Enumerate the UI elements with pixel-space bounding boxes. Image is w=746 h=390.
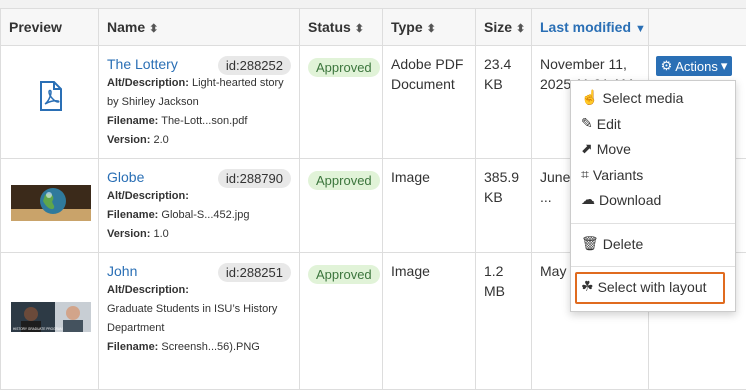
type-cell: Image bbox=[383, 159, 476, 253]
size-cell: 23.4 KB bbox=[476, 46, 532, 159]
col-status[interactable]: Status⬍ bbox=[300, 9, 383, 46]
menu-divider bbox=[571, 223, 735, 224]
status-badge: Approved bbox=[308, 58, 380, 77]
layers-icon: ☘ bbox=[581, 278, 594, 295]
menu-item-select-media[interactable]: ☝Select media bbox=[581, 89, 683, 106]
globe-thumbnail[interactable] bbox=[11, 185, 91, 221]
sort-icon: ⬍ bbox=[516, 23, 525, 35]
col-actions bbox=[649, 9, 746, 46]
status-cell: Approved bbox=[300, 253, 383, 390]
size-cell: 1.2 MB bbox=[476, 253, 532, 390]
pointer-hand-icon: ☝ bbox=[581, 89, 598, 106]
type-cell: Adobe PDF Document bbox=[383, 46, 476, 159]
crop-icon: ⌗ bbox=[581, 166, 589, 183]
thumbnail-caption: HISTORY GRADUATE PROGRAM bbox=[13, 327, 63, 331]
trash-icon: 🗑 bbox=[581, 235, 599, 252]
size-cell: 385.9 KB bbox=[476, 159, 532, 253]
actions-button[interactable]: ⚙ Actions ▾ bbox=[656, 56, 732, 76]
actions-dropdown-menu: ☝Select media ✎Edit ⬈Move ⌗Variants ☁Dow… bbox=[570, 80, 736, 312]
status-badge: Approved bbox=[308, 265, 380, 284]
table-header-row: Preview Name⬍ Status⬍ Type⬍ Size⬍ Last m… bbox=[1, 9, 746, 46]
name-cell: id:288252 The Lottery Alt/Description: L… bbox=[99, 46, 300, 159]
preview-cell bbox=[1, 46, 99, 159]
preview-cell: HISTORY GRADUATE PROGRAM bbox=[1, 253, 99, 390]
sort-icon: ⬍ bbox=[149, 23, 158, 35]
move-icon: ⬈ bbox=[581, 140, 593, 157]
sort-desc-icon: ▼ bbox=[635, 23, 646, 35]
media-meta: Alt/Description: Graduate Students in IS… bbox=[107, 281, 291, 357]
media-meta: Alt/Description: Filename: Global-S...45… bbox=[107, 187, 291, 244]
col-name[interactable]: Name⬍ bbox=[99, 9, 300, 46]
col-size[interactable]: Size⬍ bbox=[476, 9, 532, 46]
sort-icon: ⬍ bbox=[427, 23, 436, 35]
cloud-download-icon: ☁ bbox=[581, 191, 595, 208]
menu-item-select-with-layout[interactable]: ☘Select with layout bbox=[581, 278, 707, 295]
menu-item-delete[interactable]: 🗑Delete bbox=[581, 235, 643, 252]
menu-divider bbox=[571, 266, 735, 267]
menu-item-move[interactable]: ⬈Move bbox=[581, 140, 631, 157]
caret-down-icon: ▾ bbox=[721, 58, 728, 74]
id-badge: id:288790 bbox=[218, 169, 291, 188]
gear-icon: ⚙ bbox=[661, 58, 673, 74]
id-badge: id:288251 bbox=[218, 263, 291, 282]
pdf-file-icon[interactable] bbox=[39, 81, 63, 111]
name-cell: id:288790 Globe Alt/Description: Filenam… bbox=[99, 159, 300, 253]
id-badge: id:288252 bbox=[218, 56, 291, 75]
media-meta: Alt/Description: Light-hearted story by … bbox=[107, 74, 291, 150]
col-last-modified[interactable]: Last modified▼ bbox=[532, 9, 649, 46]
col-preview: Preview bbox=[1, 9, 99, 46]
edit-icon: ✎ bbox=[581, 115, 593, 132]
status-badge: Approved bbox=[308, 171, 380, 190]
status-cell: Approved bbox=[300, 46, 383, 159]
type-cell: Image bbox=[383, 253, 476, 390]
status-cell: Approved bbox=[300, 159, 383, 253]
col-type[interactable]: Type⬍ bbox=[383, 9, 476, 46]
menu-item-download[interactable]: ☁Download bbox=[581, 191, 661, 208]
menu-item-edit[interactable]: ✎Edit bbox=[581, 115, 621, 132]
sort-icon: ⬍ bbox=[355, 23, 364, 35]
menu-item-variants[interactable]: ⌗Variants bbox=[581, 166, 643, 183]
preview-cell bbox=[1, 159, 99, 253]
john-thumbnail[interactable]: HISTORY GRADUATE PROGRAM bbox=[11, 302, 91, 332]
top-strip bbox=[0, 0, 746, 8]
name-cell: id:288251 John Alt/Description: Graduate… bbox=[99, 253, 300, 390]
